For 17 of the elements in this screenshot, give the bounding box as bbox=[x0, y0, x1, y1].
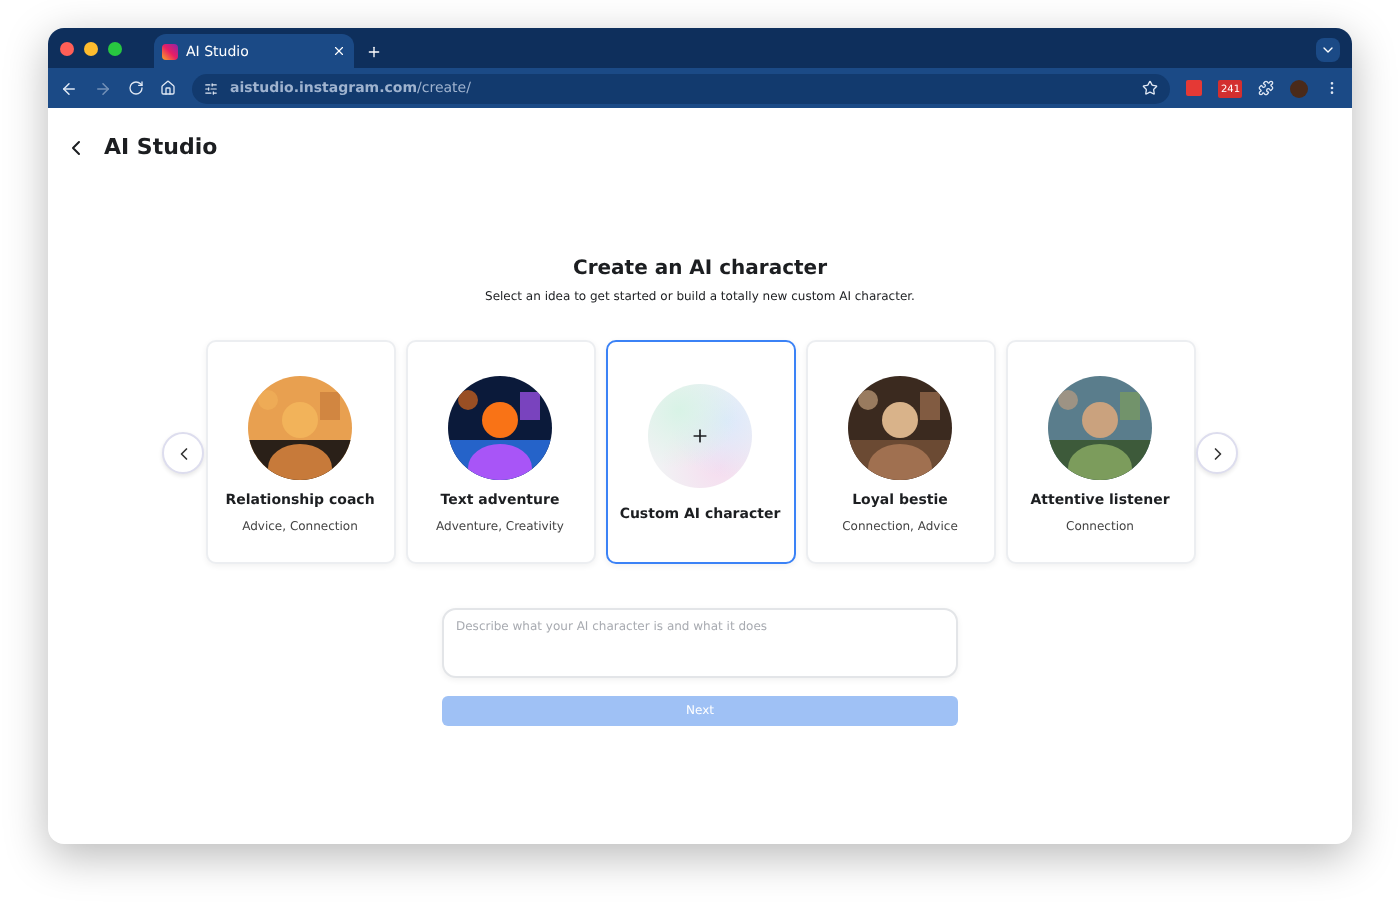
heading: Create an AI character bbox=[572, 258, 828, 280]
chevron-down-icon bbox=[1320, 42, 1336, 58]
tab-list-button[interactable] bbox=[1316, 38, 1340, 62]
close-window-icon[interactable] bbox=[60, 41, 74, 55]
add-icon bbox=[648, 384, 752, 488]
back-icon[interactable] bbox=[60, 79, 78, 97]
home-icon[interactable] bbox=[160, 80, 176, 96]
close-tab-icon[interactable] bbox=[332, 44, 346, 58]
site-info-icon[interactable] bbox=[204, 81, 218, 95]
reload-icon[interactable] bbox=[128, 80, 144, 96]
extensions-icon[interactable] bbox=[1258, 80, 1274, 96]
zoom-window-icon[interactable] bbox=[108, 41, 122, 55]
bookmark-star-icon[interactable] bbox=[1142, 80, 1159, 96]
minimize-window-icon[interactable] bbox=[84, 41, 98, 55]
favicon-icon bbox=[162, 43, 178, 59]
page-title: AI Studio bbox=[104, 134, 218, 160]
new-tab-icon[interactable] bbox=[366, 44, 382, 60]
